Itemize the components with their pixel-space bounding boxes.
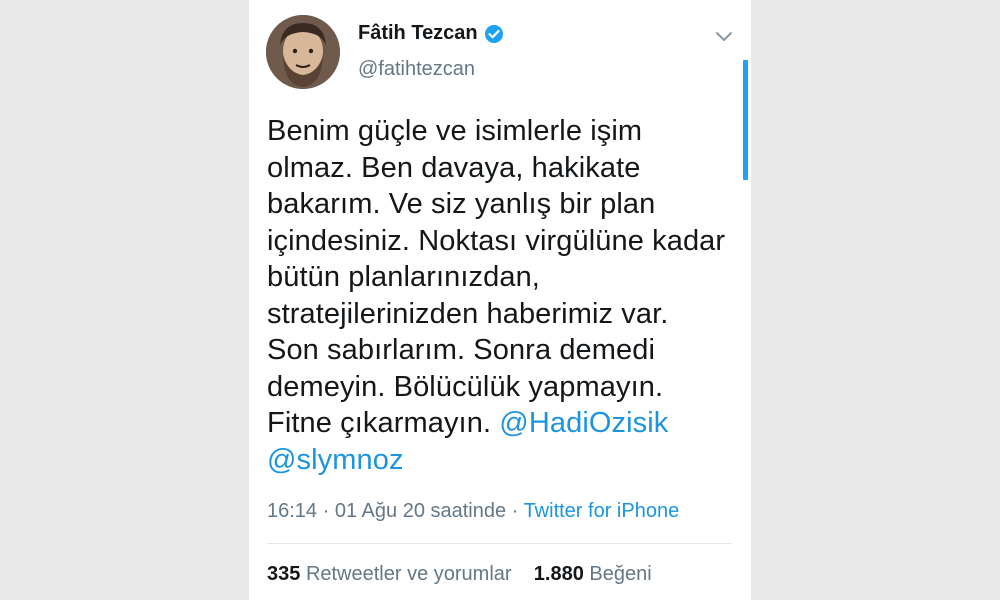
- verified-badge-icon: [484, 24, 504, 44]
- retweets-count: 335: [267, 563, 301, 585]
- divider: [267, 543, 732, 544]
- user-handle[interactable]: @fatihtezcan: [358, 58, 475, 81]
- likes-stat[interactable]: 1.880 Beğeni: [534, 563, 652, 585]
- meta-separator: ·: [322, 500, 330, 522]
- tweet-text: Benim güçle ve isimlerle işim olmaz. Ben…: [267, 113, 727, 478]
- mention-link[interactable]: @slymnoz: [267, 444, 404, 476]
- user-display-name-row[interactable]: Fâtih Tezcan: [358, 22, 504, 45]
- tweet-date: 01 Ağu 20 saatinde: [334, 500, 507, 522]
- retweets-stat[interactable]: 335 Retweetler ve yorumlar: [267, 563, 512, 585]
- meta-separator: ·: [511, 500, 519, 522]
- tweet-stats: 335 Retweetler ve yorumlar 1.880 Beğeni: [267, 563, 652, 586]
- chevron-down-icon[interactable]: [712, 24, 736, 48]
- avatar[interactable]: [266, 15, 340, 89]
- retweets-label: Retweetler ve yorumlar: [305, 563, 512, 585]
- tweet-body: Benim güçle ve isimlerle işim olmaz. Ben…: [267, 115, 726, 439]
- tweet-source-link[interactable]: Twitter for iPhone: [524, 500, 680, 522]
- likes-count: 1.880: [533, 563, 584, 585]
- tweet-card: Fâtih Tezcan @fatihtezcan Benim güçle ve…: [249, 0, 751, 600]
- likes-label: Beğeni: [589, 563, 652, 585]
- scrollbar[interactable]: [743, 60, 748, 180]
- mention-link[interactable]: @HadiOzisik: [499, 407, 668, 439]
- tweet-meta: 16:14 · 01 Ağu 20 saatinde · Twitter for…: [267, 500, 679, 523]
- user-display-name[interactable]: Fâtih Tezcan: [358, 22, 478, 45]
- tweet-time: 16:14: [267, 500, 318, 522]
